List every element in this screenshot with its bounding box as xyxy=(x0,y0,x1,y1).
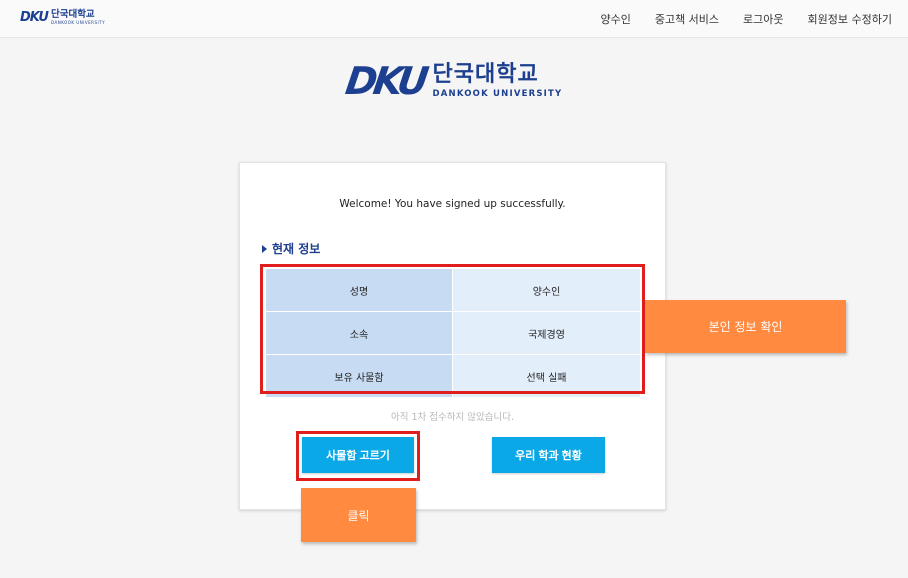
nav-user-name[interactable]: 양수인 xyxy=(600,11,630,27)
header-logo-text: 단국대학교 DANKOOK UNIVERSITY xyxy=(51,10,105,25)
top-nav-bar: DKU 단국대학교 DANKOOK UNIVERSITY 양수인 중고책 서비스… xyxy=(0,0,908,38)
callout-verify-info: 본인 정보 확인 xyxy=(645,300,846,353)
nav-edit-profile[interactable]: 회원정보 수정하기 xyxy=(808,11,892,27)
application-notice: 아직 1차 접수하지 않았습니다. xyxy=(390,412,514,423)
section-title-current-info: 현재 정보 xyxy=(262,240,320,257)
welcome-message: Welcome! You have signed up successfully… xyxy=(339,198,566,210)
university-logo-text: 단국대학교 DANKOOK UNIVERSITY xyxy=(432,61,563,100)
nav-logout[interactable]: 로그아웃 xyxy=(743,11,783,27)
pick-locker-highlight-box xyxy=(296,431,420,481)
university-name-english: DANKOOK UNIVERSITY xyxy=(432,89,563,100)
info-table-highlight-box xyxy=(260,264,645,394)
department-status-button[interactable]: 우리 학과 현황 xyxy=(492,437,605,473)
nav-used-book-service[interactable]: 중고책 서비스 xyxy=(655,11,719,27)
section-title-text: 현재 정보 xyxy=(272,242,321,256)
university-logo: DKU 단국대학교 DANKOOK UNIVERSITY xyxy=(342,59,563,103)
account-info-card: Welcome! You have signed up successfully… xyxy=(239,162,666,510)
header-logo-mark: DKU xyxy=(20,10,49,25)
header-logo-korean: 단국대학교 xyxy=(50,9,95,21)
header-logo-english: DANKOOK UNIVERSITY xyxy=(50,19,106,25)
triangle-bullet-icon xyxy=(262,244,267,253)
top-nav-menu: 양수인 중고책 서비스 로그아웃 회원정보 수정하기 xyxy=(600,11,892,27)
university-logo-mark: DKU xyxy=(342,59,428,103)
header-logo[interactable]: DKU 단국대학교 DANKOOK UNIVERSITY xyxy=(20,10,105,25)
callout-click: 클릭 xyxy=(301,488,416,542)
university-name-korean: 단국대학교 xyxy=(432,61,539,87)
